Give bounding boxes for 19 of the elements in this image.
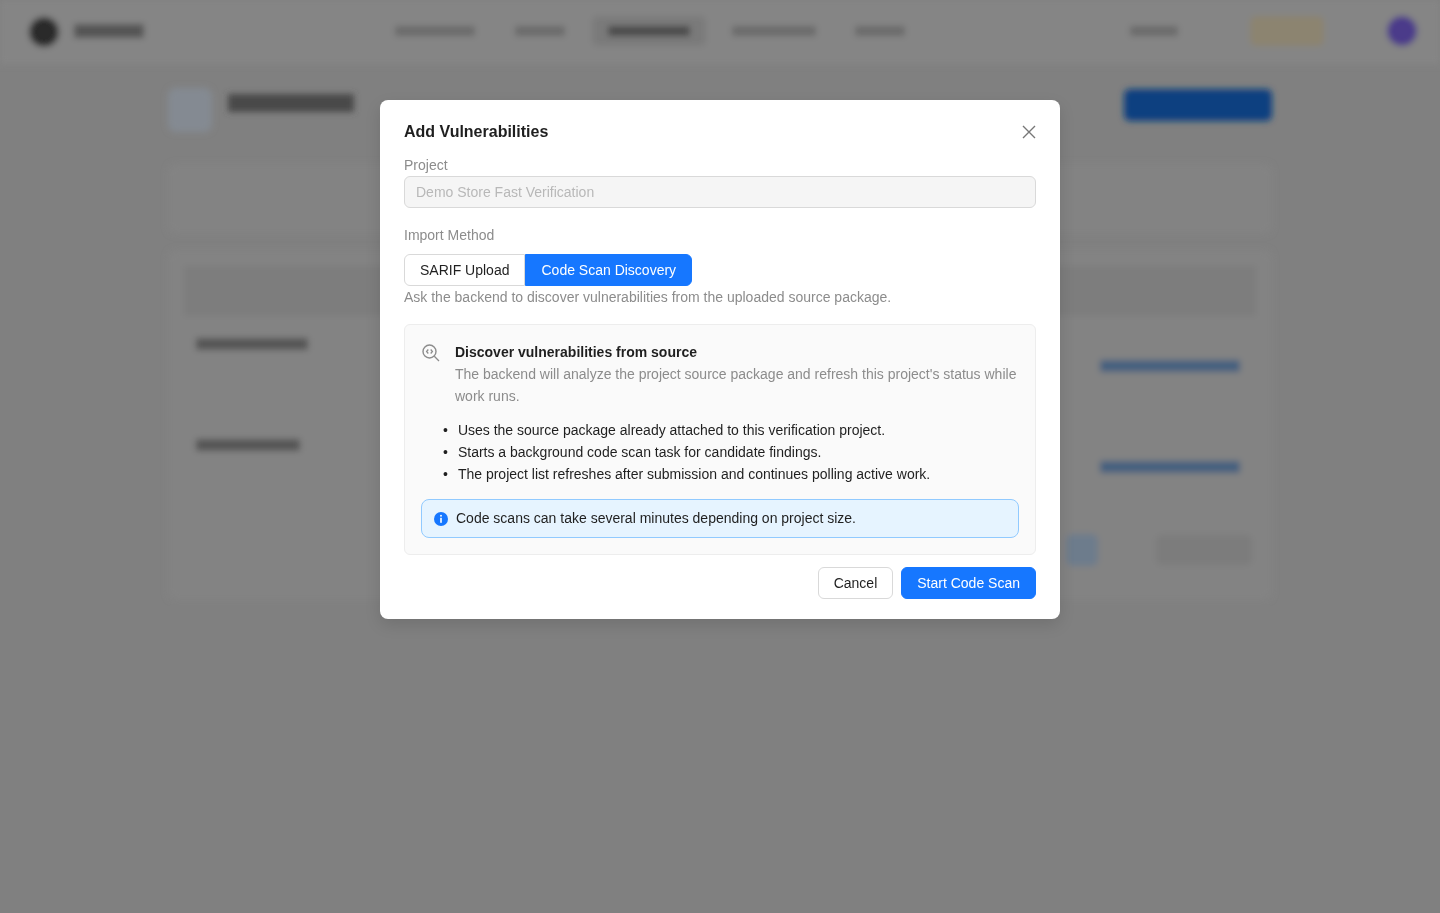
bullet-marker: • — [443, 465, 448, 484]
panel-description: The backend will analyze the project source package and refresh this project's status while work runs. — [455, 365, 1018, 406]
bullet-item: Uses the source package already attached to this verification project. — [457, 421, 886, 440]
info-icon — [434, 511, 448, 526]
field-label: Import Method — [404, 226, 496, 245]
start-scan-button[interactable]: Start Code Scan — [901, 567, 1036, 599]
cancel-button[interactable]: Cancel — [817, 567, 894, 599]
dialog-title: Add Vulnerabilities — [404, 122, 549, 142]
bullet-item: The project list refreshes after submission and continues polling active work. — [457, 465, 931, 484]
help-text: Ask the backend to discover vulnerabilities from the uploaded source package. — [404, 288, 893, 307]
segment-option[interactable]: Code Scan Discovery — [525, 254, 693, 286]
bullet-item: Starts a background code scan task for candidate findings. — [457, 443, 822, 462]
bullet-marker: • — [443, 443, 448, 462]
code-search-icon — [421, 343, 441, 363]
bullet-marker: • — [443, 421, 448, 440]
panel-title: Discover vulnerabilities from source — [455, 343, 698, 362]
field-label: Project — [404, 156, 449, 175]
alert-text: Code scans can take several minutes depending on project size. — [456, 509, 856, 528]
segment-option[interactable]: SARIF Upload — [404, 254, 526, 286]
